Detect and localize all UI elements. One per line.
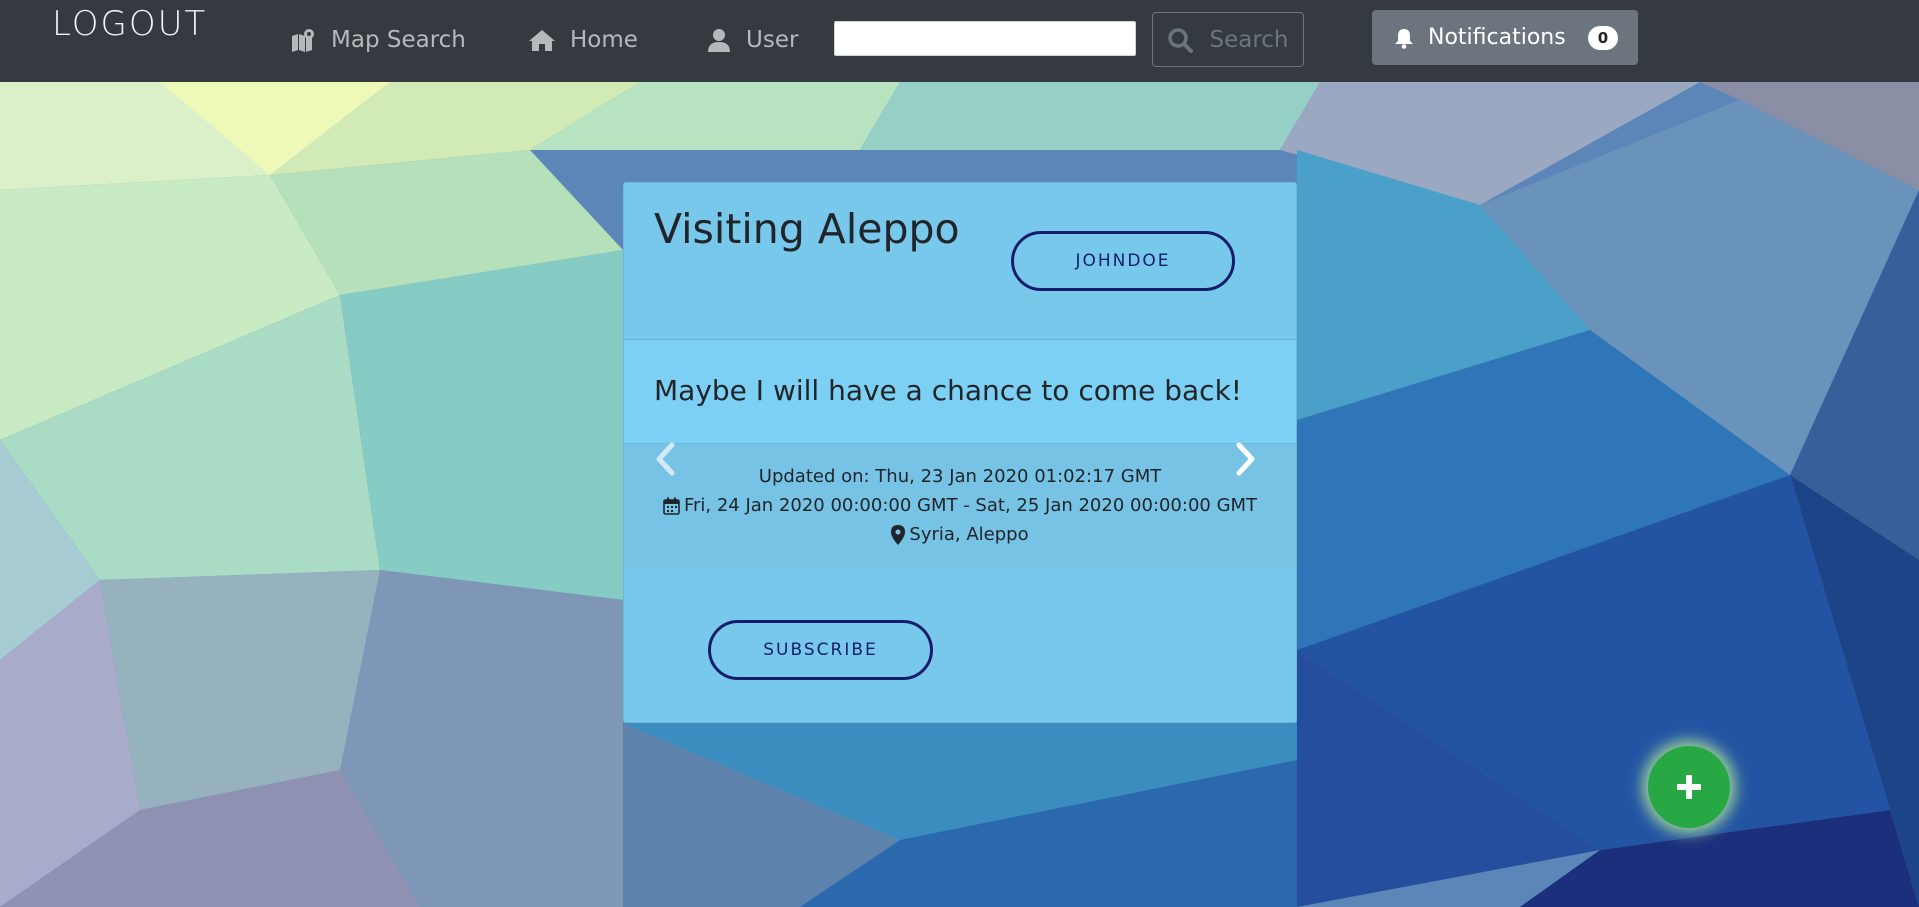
updated-on-text: Updated on: Thu, 23 Jan 2020 01:02:17 GM… (758, 466, 1162, 487)
home-icon (529, 30, 555, 51)
notifications-count-badge: 0 (1588, 26, 1618, 50)
event-dates-row: Fri, 24 Jan 2020 00:00:00 GMT - Sat, 25 … (624, 495, 1296, 516)
map-icon (292, 29, 314, 52)
event-carousel: Maybe I will have a chance to come back!… (624, 340, 1296, 568)
author-button[interactable]: JOHNDOE (1011, 231, 1235, 291)
page: LOGOUT Map Search Home User Search Notif… (0, 0, 1919, 907)
nav-map-search-label: Map Search (331, 27, 466, 53)
event-location: Syria, Aleppo (909, 524, 1029, 545)
card-footer: SUBSCRIBE (624, 568, 1296, 722)
search-input[interactable] (834, 21, 1136, 56)
map-marker-icon (891, 524, 906, 545)
notifications-label: Notifications (1428, 25, 1566, 50)
event-meta: Updated on: Thu, 23 Jan 2020 01:02:17 GM… (624, 444, 1296, 568)
event-title: Visiting Aleppo (654, 205, 960, 253)
card-header: Visiting Aleppo JOHNDOE (624, 183, 1296, 340)
subscribe-button[interactable]: SUBSCRIBE (708, 620, 933, 680)
calendar-icon (663, 497, 680, 515)
event-dates: Fri, 24 Jan 2020 00:00:00 GMT - Sat, 25 … (683, 495, 1258, 516)
user-icon (708, 29, 730, 52)
add-event-button[interactable] (1648, 746, 1730, 828)
nav-home-label: Home (570, 27, 638, 53)
navbar: LOGOUT Map Search Home User Search Notif… (0, 0, 1919, 82)
carousel-next-button[interactable] (1229, 439, 1261, 479)
chevron-left-icon (656, 442, 675, 476)
nav-home[interactable]: Home (528, 20, 638, 60)
search-button[interactable]: Search (1152, 12, 1304, 67)
event-location-row: Syria, Aleppo (624, 524, 1296, 545)
chevron-right-icon (1236, 442, 1255, 476)
nav-map-search[interactable]: Map Search (291, 20, 466, 60)
nav-user[interactable]: User (706, 20, 798, 60)
event-message: Maybe I will have a chance to come back! (654, 374, 1243, 407)
search-icon (1168, 27, 1194, 53)
event-card: Visiting Aleppo JOHNDOE Maybe I will hav… (623, 182, 1297, 723)
logout-link[interactable]: LOGOUT (52, 4, 207, 44)
carousel-message-area: Maybe I will have a chance to come back! (624, 340, 1296, 444)
carousel-prev-button[interactable] (650, 439, 682, 479)
nav-user-label: User (746, 27, 799, 53)
notifications-button[interactable]: Notifications 0 (1372, 10, 1638, 65)
plus-icon (1677, 775, 1701, 799)
bell-icon (1395, 28, 1413, 49)
search-button-label: Search (1209, 26, 1289, 53)
